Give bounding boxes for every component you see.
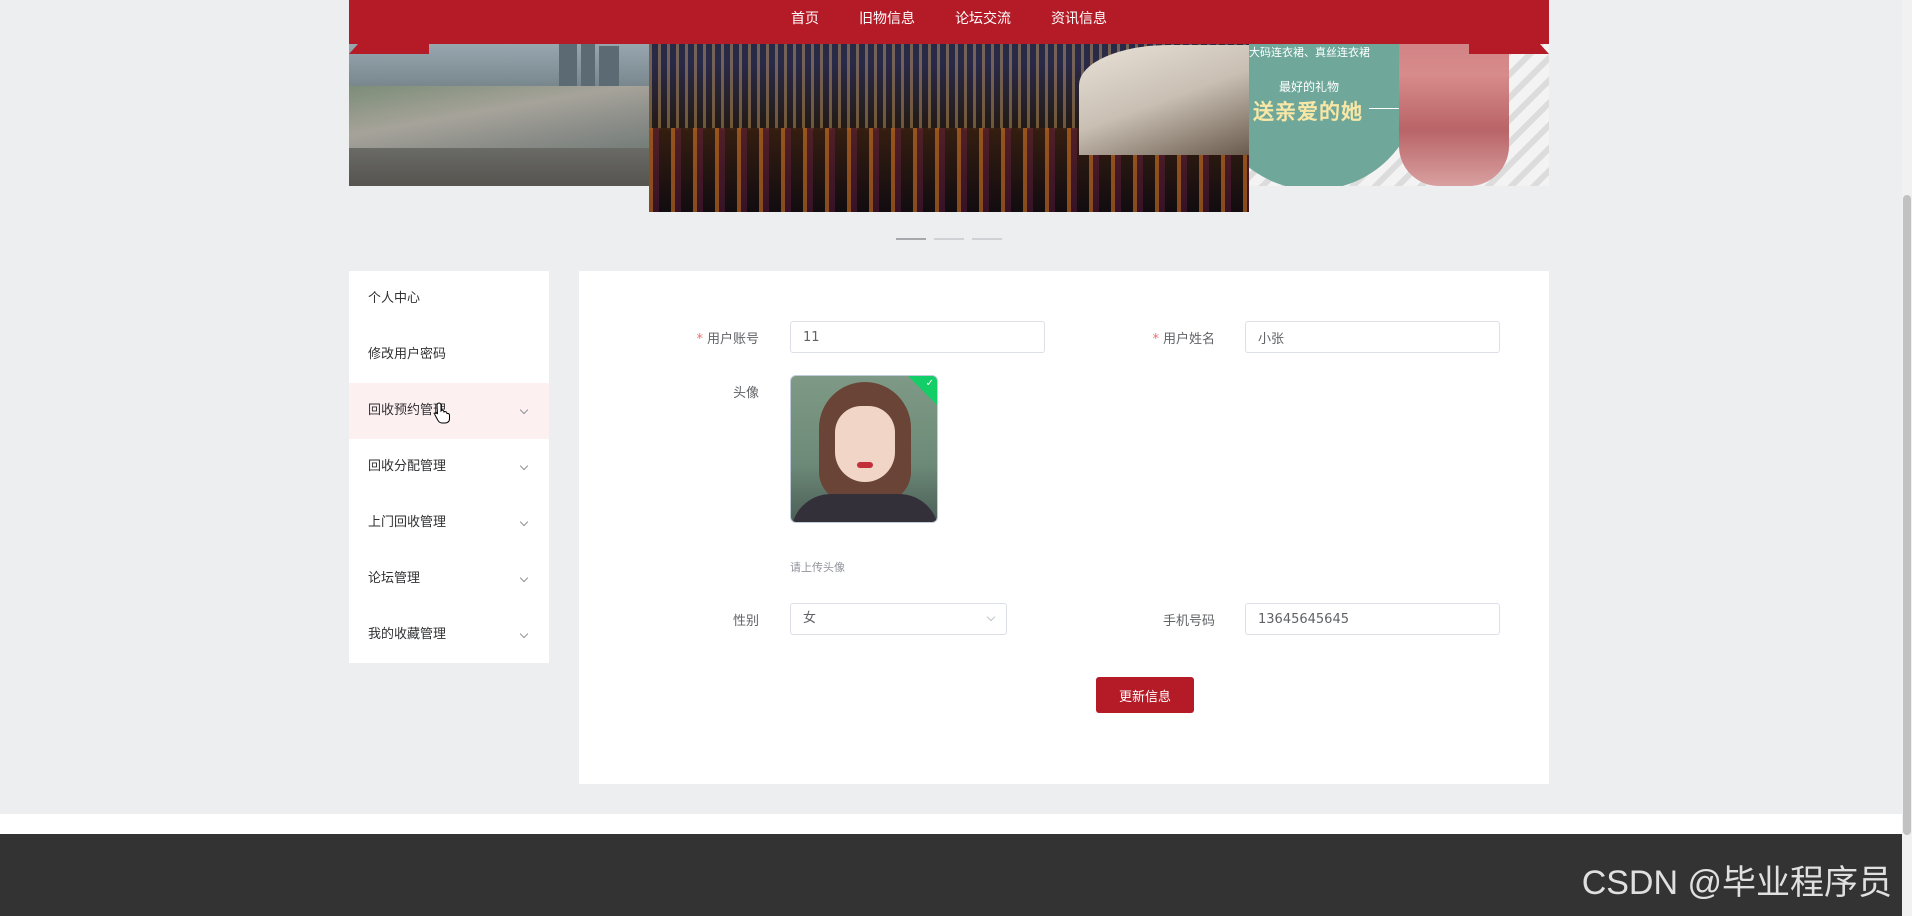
sidebar-item-door-recycle[interactable]: 上门回收管理 xyxy=(349,495,549,551)
chevron-down-icon xyxy=(519,405,529,415)
phone-input[interactable] xyxy=(1245,603,1500,635)
chevron-down-icon xyxy=(519,461,529,471)
chevron-down-icon xyxy=(519,573,529,583)
gender-label: 性别 xyxy=(732,614,759,629)
name-label: * 用户姓名 xyxy=(1152,332,1215,347)
chevron-down-icon xyxy=(519,629,529,639)
sidebar-item-label: 上门回收管理 xyxy=(368,515,447,530)
gender-selected-value: 女 xyxy=(803,611,817,626)
avatar-hint: 请上传头像 xyxy=(790,561,845,574)
nav-item-home[interactable]: 首页 xyxy=(791,8,819,28)
sidebar-item-label: 我的收藏管理 xyxy=(368,627,447,642)
update-info-button[interactable]: 更新信息 xyxy=(1096,677,1194,713)
promo-subtitle: 大码连衣裙、真丝连衣裙 xyxy=(1249,46,1370,59)
promo-gift-text: 最好的礼物 xyxy=(1279,80,1340,94)
name-input[interactable] xyxy=(1245,321,1500,353)
carousel-dot[interactable] xyxy=(934,238,964,240)
footer: CSDN @毕业程序员 xyxy=(0,834,1902,916)
required-asterisk: * xyxy=(696,332,703,347)
carousel-dot[interactable] xyxy=(972,238,1002,240)
sidebar-item-label: 论坛管理 xyxy=(368,571,421,586)
promo-headline: 送亲爱的她 xyxy=(1253,100,1363,124)
nav-item-forum[interactable]: 论坛交流 xyxy=(955,8,1011,28)
scrollbar-thumb[interactable] xyxy=(1903,195,1911,835)
account-label: * 用户账号 xyxy=(696,332,759,347)
carousel-dot[interactable] xyxy=(896,238,926,240)
sidebar-item-favorites[interactable]: 我的收藏管理 xyxy=(349,607,549,663)
main-nav: 首页 旧物信息 论坛交流 资讯信息 xyxy=(349,0,1549,36)
sidebar-item-label: 修改用户密码 xyxy=(368,347,447,362)
sidebar-item-label: 个人中心 xyxy=(368,291,421,306)
check-icon: ✓ xyxy=(925,378,934,389)
nav-item-used-goods[interactable]: 旧物信息 xyxy=(859,8,915,28)
page-scrollbar[interactable] xyxy=(1902,0,1912,916)
profile-form-panel: *用户账号 *用户姓名 头像 ✓ 请上传头像 性别 女 手机号码 更新信息 xyxy=(579,271,1549,784)
footer-spacer xyxy=(0,814,1902,834)
top-nav-ribbon: 首页 旧物信息 论坛交流 资讯信息 xyxy=(349,0,1549,44)
nav-item-news[interactable]: 资讯信息 xyxy=(1051,8,1107,28)
carousel-indicators xyxy=(896,225,1010,244)
sidebar-item-change-password[interactable]: 修改用户密码 xyxy=(349,327,549,383)
chevron-down-icon xyxy=(519,517,529,527)
phone-label: 手机号码 xyxy=(1162,614,1215,629)
hand-cursor-icon xyxy=(434,402,450,424)
sidebar-item-recycle-assignment[interactable]: 回收分配管理 xyxy=(349,439,549,495)
sidebar-item-personal-center[interactable]: 个人中心 xyxy=(349,271,549,327)
sidebar-menu: 个人中心 修改用户密码 回收预约管理 回收分配管理 上门回收管理 论坛管理 我的… xyxy=(349,271,549,663)
account-input[interactable] xyxy=(790,321,1045,353)
gender-select[interactable]: 女 xyxy=(790,603,1007,635)
sidebar-item-label: 回收分配管理 xyxy=(368,459,447,474)
watermark: CSDN @毕业程序员 xyxy=(1581,864,1892,902)
avatar-label: 头像 xyxy=(732,386,759,401)
required-asterisk: * xyxy=(1152,332,1159,347)
avatar-upload[interactable]: ✓ xyxy=(790,375,938,523)
sidebar-item-forum[interactable]: 论坛管理 xyxy=(349,551,549,607)
chevron-down-icon xyxy=(986,612,996,622)
